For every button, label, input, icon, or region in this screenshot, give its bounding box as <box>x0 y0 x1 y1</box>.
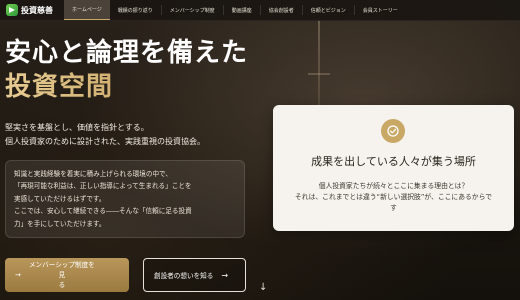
view-membership-button[interactable]: → メンバーシップ制度を見 る <box>5 258 129 292</box>
lead-line: 個人投資家のために設計された、実践重視の投資協会。 <box>5 137 205 146</box>
info-card: 成果を出している人々が集う場所 個人投資家たちが続々とここに集まる理由とは？ そ… <box>273 105 514 231</box>
lead-line: 堅実さを基盤とし、価値を指針とする。 <box>5 123 149 132</box>
nav-item-track-record[interactable]: 戦績の振り返り <box>110 0 161 20</box>
nav-item-member-stories[interactable]: 会員ストーリー <box>355 0 406 20</box>
quote-line: 力」を手にしていただけます。 <box>14 219 106 228</box>
hero-title-line1: 安心と論理を備えた <box>5 38 249 68</box>
scroll-down-icon[interactable]: ↓ <box>259 282 267 293</box>
card-text: 個人投資家たちが続々とここに集まる理由とは？ それは、これまでとは違う“新しい選… <box>273 181 514 214</box>
nav-item-video-courses[interactable]: 動画講座 <box>224 0 260 20</box>
nav-item-membership[interactable]: メンバーシップ制度 <box>162 0 223 20</box>
brand[interactable]: 投資慈善 <box>0 0 64 20</box>
quote-line: 「再現可能な利益は、正しい指導によって生まれる」ことを <box>14 182 192 191</box>
view-membership-label: メンバーシップ制度を見 る <box>28 261 95 289</box>
card-title: 成果を出している人々が集う場所 <box>311 155 476 168</box>
brand-logo-icon <box>6 4 18 16</box>
check-circle-icon <box>381 119 405 143</box>
founder-story-button[interactable]: 創設者の想いを知る → <box>143 258 246 292</box>
card-text-line: それは、これまでとは違う“新しい選択肢”が、ここにあるからで <box>294 193 492 201</box>
nav-item-founder[interactable]: 協会創設者 <box>261 0 302 20</box>
hero-title: 安心と論理を備えた 投資空間 <box>5 36 248 104</box>
quote-box: 知識と実践経験を着実に積み上げられる環境の中で、 「再現可能な利益は、正しい指導… <box>5 160 245 238</box>
quote-line: 知識と実践経験を着実に積み上げられる環境の中で、 <box>14 170 172 178</box>
brand-name: 投資慈善 <box>21 5 53 15</box>
arrow-right-icon: → <box>15 271 21 279</box>
card-text-line: す <box>390 204 397 212</box>
quote-line: ここでは、安心して継続できる――そんな「信頼に足る投資 <box>14 207 192 216</box>
hero-title-line2: 投資空間 <box>5 70 248 104</box>
top-nav: 投資慈善 ホームページ 戦績の振り返り メンバーシップ制度 動画講座 協会創設者… <box>0 0 520 21</box>
hero-lead: 堅実さを基盤とし、価値を指針とする。 個人投資家のために設計された、実践重視の投… <box>5 121 205 149</box>
quote-line: 実感していただけるはずです。 <box>14 194 106 203</box>
nav-item-home[interactable]: ホームページ <box>64 0 110 20</box>
founder-story-label: 創設者の想いを知る <box>154 272 214 280</box>
card-text-line: 個人投資家たちが続々とここに集まる理由とは？ <box>318 182 469 190</box>
arrow-right-icon: → <box>221 270 229 280</box>
nav-item-vision[interactable]: 信頼とビジョン <box>303 0 354 20</box>
